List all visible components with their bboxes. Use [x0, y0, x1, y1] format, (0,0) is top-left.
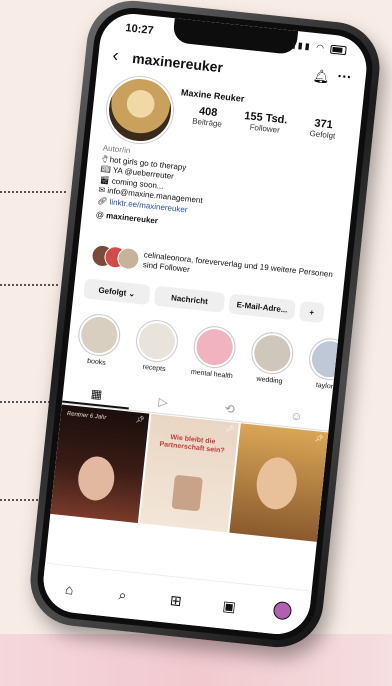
- username-title: maxinereuker: [131, 49, 224, 76]
- pin-icon: 📌︎: [314, 435, 324, 444]
- highlight-recepts[interactable]: recepts: [129, 317, 183, 385]
- phone-bezel: 10:27 ▮▮▮ ◠ ‹ maxinereuker 🔔︎ ··· Maxine…: [33, 4, 377, 644]
- highlight-wedding[interactable]: wedding: [244, 330, 298, 397]
- pointer-line-2: [0, 284, 58, 286]
- link-icon: 🔗︎: [96, 195, 108, 206]
- highlight-books[interactable]: books: [71, 311, 125, 379]
- pin-icon: 📌︎: [224, 425, 235, 434]
- highlight-label: taylor s: [315, 381, 339, 392]
- wifi-icon: ◠: [315, 42, 327, 54]
- tagged-icon: ☺: [289, 408, 304, 424]
- pointer-line-1: [0, 191, 66, 193]
- highlight-label: books: [86, 357, 107, 367]
- more-icon[interactable]: ···: [337, 68, 353, 85]
- signal-icon: ▮▮▮: [290, 39, 313, 52]
- stat-following[interactable]: 371 Gefolgt: [293, 115, 353, 142]
- highlight-taylor[interactable]: taylor s: [302, 336, 339, 401]
- display-name: Maxine Reuker: [180, 87, 245, 104]
- status-icons: ▮▮▮ ◠: [290, 39, 347, 56]
- reels-icon: ▷: [157, 394, 169, 410]
- email-button[interactable]: E-Mail-Adre...: [228, 293, 296, 321]
- post-tile[interactable]: 📌︎: [229, 423, 329, 542]
- followed-by-text: celinaleonora, foreververlag und 19 weit…: [142, 250, 334, 280]
- pointer-line-4: [0, 499, 42, 501]
- bottom-navigation: ⌂ ⌕ ⊞ ▣: [40, 562, 312, 638]
- grid-icon: ▦: [90, 386, 103, 402]
- highlight-label: mental health: [190, 368, 234, 381]
- highlight-cover: [76, 311, 123, 359]
- post-tile[interactable]: Wie bleibt die Partnerschaft sein? 📌︎: [139, 413, 239, 533]
- back-icon[interactable]: ‹: [112, 45, 120, 66]
- highlight-label: wedding: [256, 375, 283, 386]
- phone-screen: 10:27 ▮▮▮ ◠ ‹ maxinereuker 🔔︎ ··· Maxine…: [40, 10, 370, 638]
- stat-posts[interactable]: 408 Beiträge: [178, 103, 238, 130]
- profile-icon[interactable]: [268, 600, 298, 624]
- home-icon[interactable]: ⌂: [55, 580, 85, 599]
- reels-icon[interactable]: ▣: [214, 596, 244, 616]
- stat-followers[interactable]: 155 Tsd. Follower: [235, 109, 295, 136]
- status-time: 10:27: [124, 22, 155, 37]
- bell-icon[interactable]: 🔔︎: [312, 68, 330, 86]
- background-strip: [0, 634, 392, 686]
- pin-icon: 📌︎: [135, 416, 145, 425]
- post-photo: [171, 474, 203, 512]
- post-photo: [76, 454, 117, 503]
- add-icon[interactable]: ⊞: [161, 591, 191, 611]
- highlight-cover: [249, 330, 296, 377]
- search-icon[interactable]: ⌕: [108, 585, 138, 605]
- add-person-button[interactable]: +: [298, 300, 325, 324]
- avatar[interactable]: [103, 73, 177, 147]
- post-photo: [254, 455, 300, 512]
- notch: [172, 18, 299, 55]
- highlight-label: recepts: [142, 363, 166, 374]
- highlight-cover: [133, 317, 181, 365]
- profile-bio: Autor/in 🖐︎ hot girls go to therapy 📖︎ Y…: [95, 143, 344, 245]
- following-button[interactable]: Gefolgt ⌄: [83, 278, 151, 306]
- highlight-mental-health[interactable]: mental health: [186, 324, 240, 391]
- threads-icon: @: [95, 210, 105, 220]
- battery-icon: [329, 44, 347, 56]
- message-button[interactable]: Nachricht: [153, 285, 226, 313]
- pointer-line-3: [0, 401, 50, 403]
- phone-frame: 10:27 ▮▮▮ ◠ ‹ maxinereuker 🔔︎ ··· Maxine…: [25, 0, 385, 652]
- post-caption: Wie bleibt die Partnerschaft sein?: [159, 434, 225, 455]
- profile-avatar: [272, 600, 293, 621]
- highlight-cover: [306, 336, 339, 383]
- profile-stats: 408 Beiträge 155 Tsd. Follower 371 Gefol…: [178, 103, 353, 142]
- repost-icon: ⟲: [224, 401, 236, 417]
- post-tile[interactable]: Rentner 6 Jahr 📌︎: [50, 404, 150, 524]
- post-caption: Rentner 6 Jahr: [66, 411, 107, 422]
- highlight-cover: [191, 324, 238, 371]
